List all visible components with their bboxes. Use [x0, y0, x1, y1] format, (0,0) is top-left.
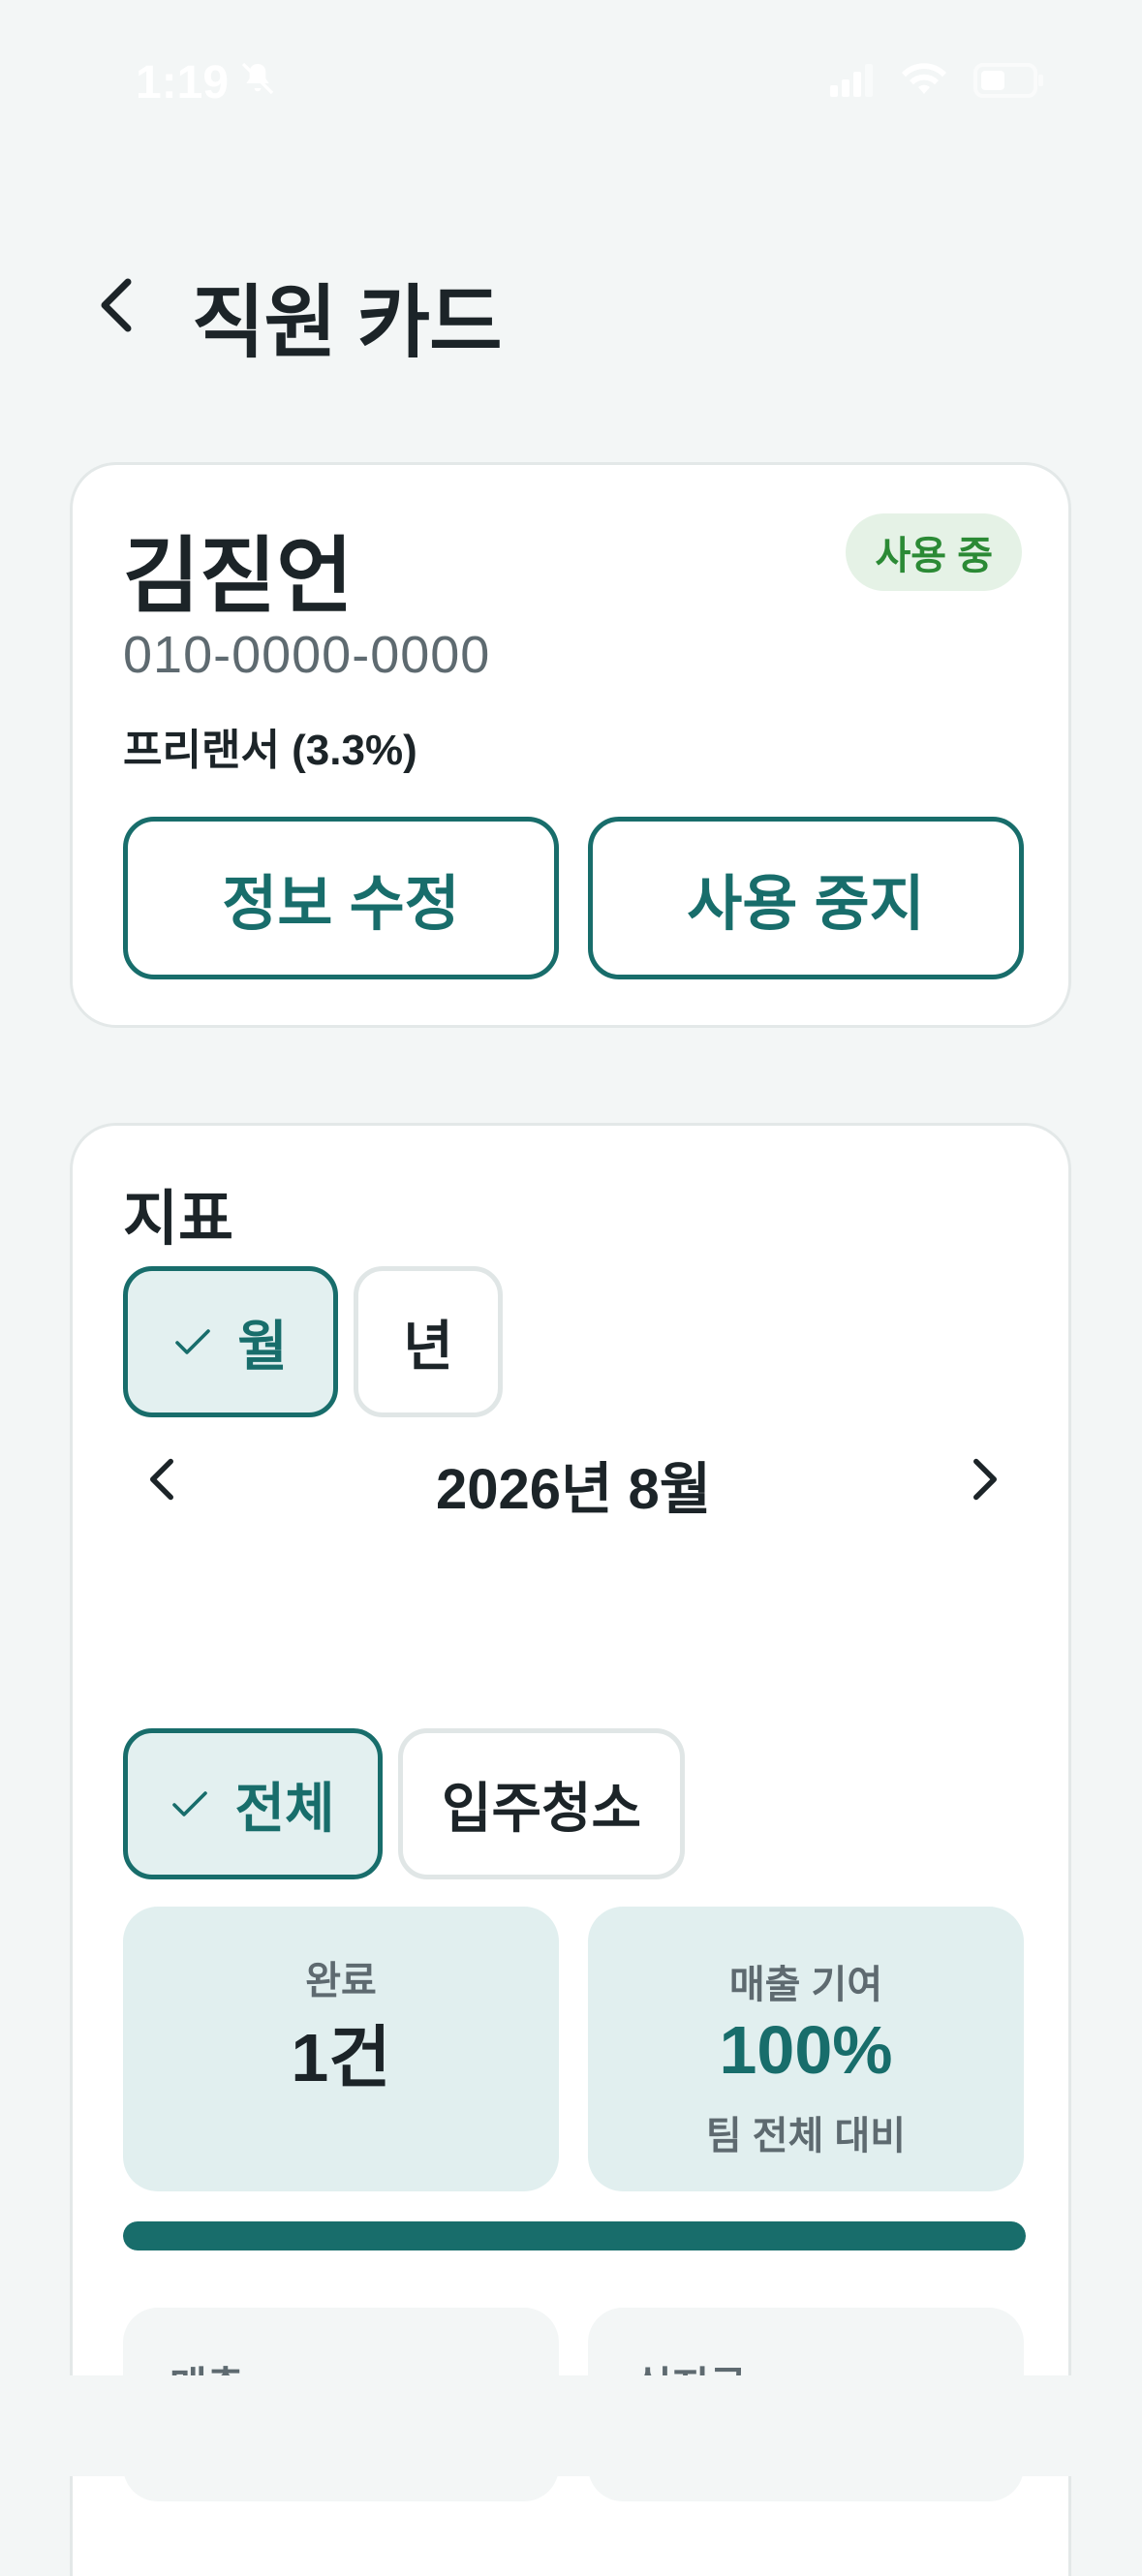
filter-move-in-cleaning[interactable]: 입주청소: [398, 1728, 685, 1879]
signal-icon: [830, 63, 875, 102]
chevron-left-icon: [101, 278, 132, 332]
page-header: 직원 카드: [0, 242, 1142, 368]
bottom-area: [0, 2375, 1142, 2476]
tab-month-label: 월: [237, 1315, 288, 1377]
metrics-card: 지표 월 년 2026년 8월 전체 입주청소 완료 1건 매출 기여 100%…: [70, 1123, 1071, 2576]
back-button[interactable]: [89, 271, 143, 339]
sales-share-sub: 팀 전체 대비: [705, 2115, 907, 2157]
sales-share-progress-fill: [123, 2221, 1026, 2250]
next-period-button[interactable]: [956, 1445, 1014, 1513]
filter-move-in-cleaning-label: 입주청소: [441, 1777, 642, 1839]
battery-icon: [973, 62, 1045, 103]
status-time: 1:19: [136, 56, 230, 109]
filter-all-label: 전체: [234, 1777, 335, 1839]
bell-slash-icon: [238, 56, 277, 109]
edit-info-button[interactable]: 정보 수정: [123, 817, 559, 979]
sales-share-progress: [123, 2221, 1026, 2250]
period-label: 2026년 8월: [435, 1458, 712, 1521]
check-icon: [175, 1329, 211, 1354]
employee-profile-card: 김짇언 사용 중 010-0000-0000 프리랜서 (3.3%) 정보 수정…: [70, 462, 1071, 1028]
tab-month[interactable]: 월: [123, 1266, 338, 1417]
metrics-title: 지표: [123, 1186, 234, 1253]
status-time-group: 1:19: [136, 56, 277, 109]
sales-share-label: 매출 기여: [728, 1964, 883, 2006]
status-bar: 1:19: [0, 0, 1142, 165]
completed-label: 완료: [305, 1960, 377, 2002]
sales-share-box: 매출 기여 100% 팀 전체 대비: [588, 1907, 1024, 2191]
employee-phone: 010-0000-0000: [123, 626, 491, 684]
check-icon: [172, 1791, 208, 1816]
sales-share-value: 100%: [719, 2012, 893, 2088]
employee-type: 프리랜서 (3.3%): [123, 727, 417, 774]
tab-year[interactable]: 년: [354, 1266, 503, 1417]
status-icons: [830, 62, 1045, 103]
employee-name: 김짇언: [123, 530, 354, 623]
chevron-right-icon: [973, 1458, 997, 1501]
filter-all[interactable]: 전체: [123, 1728, 383, 1879]
completed-value: 1건: [291, 2020, 391, 2095]
tab-year-label: 년: [403, 1315, 453, 1377]
page-title: 직원 카드: [192, 279, 503, 367]
status-badge: 사용 중: [846, 513, 1022, 591]
completed-count-box: 완료 1건: [123, 1907, 559, 2191]
wifi-icon: [900, 62, 948, 103]
stop-use-button[interactable]: 사용 중지: [588, 817, 1024, 979]
period-navigator: 2026년 8월: [123, 1436, 1024, 1523]
